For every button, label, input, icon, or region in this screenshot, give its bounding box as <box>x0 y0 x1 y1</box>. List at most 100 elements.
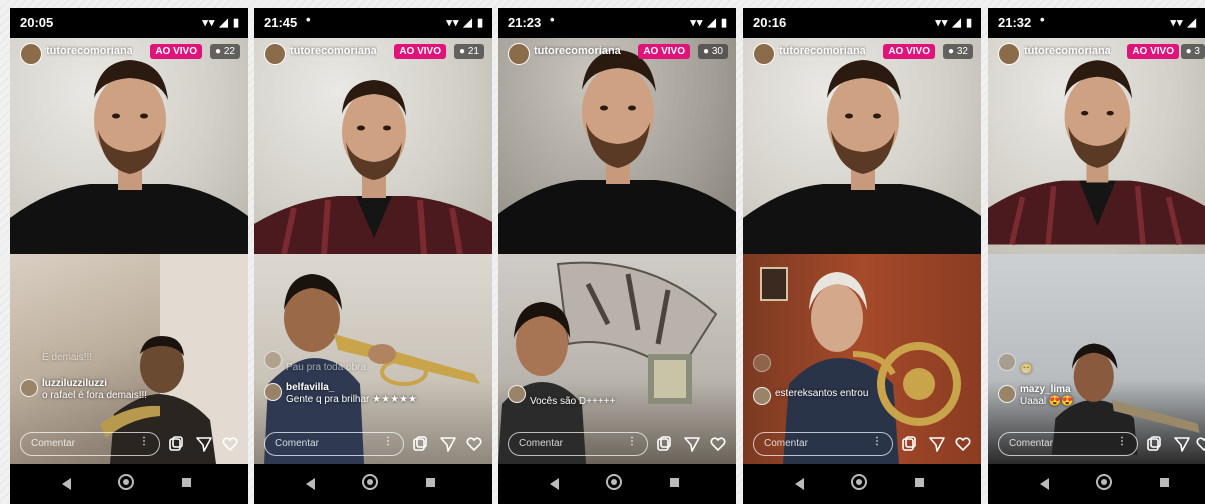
more-options-icon[interactable]: ⋮ <box>1117 436 1127 447</box>
comment-avatar[interactable] <box>264 351 282 369</box>
signal-icon: ▾▾ ◢ ▮ <box>446 17 484 29</box>
home-icon[interactable] <box>851 474 867 490</box>
host-username[interactable]: tutorecomoriana <box>290 45 377 57</box>
status-time: 20:16 <box>753 15 787 30</box>
home-icon[interactable] <box>118 474 134 490</box>
viewer-count[interactable]: ● 32 <box>943 44 973 59</box>
comment-username[interactable]: mazy_lima <box>1020 384 1071 395</box>
signal-icon: ▾▾ ◢ ▮ <box>202 17 240 29</box>
host-username[interactable]: tutorecomoriana <box>1024 45 1111 57</box>
host-username[interactable]: tutorecomoriana <box>46 45 133 57</box>
recent-apps-icon[interactable] <box>1160 478 1169 487</box>
live-header: tutorecomoriana AO VIVO ● 21 <box>254 38 492 68</box>
viewer-count[interactable]: ● 3 <box>1180 44 1205 59</box>
host-video <box>988 38 1205 254</box>
comment-avatar[interactable] <box>20 379 38 397</box>
send-icon[interactable] <box>196 436 212 452</box>
recent-apps-icon[interactable] <box>426 478 435 487</box>
host-avatar[interactable] <box>264 43 286 65</box>
back-icon[interactable] <box>62 478 71 490</box>
viewer-count[interactable]: ● 30 <box>698 44 728 59</box>
status-dot: • <box>550 12 555 27</box>
question-box-icon[interactable] <box>656 436 672 452</box>
comment-avatar[interactable] <box>998 353 1016 371</box>
comment-input[interactable]: Comentar ⋮ <box>264 432 404 456</box>
recent-apps-icon[interactable] <box>182 478 191 487</box>
back-icon[interactable] <box>550 478 559 490</box>
send-icon[interactable] <box>1174 436 1190 452</box>
host-video <box>10 38 248 254</box>
question-box-icon[interactable] <box>168 436 184 452</box>
comment-username[interactable]: luzziluzziluzzi <box>42 378 107 389</box>
heart-icon[interactable] <box>222 436 238 452</box>
host-person <box>498 50 736 254</box>
comment-username[interactable]: belfavilla_ <box>286 382 334 393</box>
comment-input[interactable]: Comentar ⋮ <box>753 432 893 456</box>
comment-avatar[interactable] <box>264 383 282 401</box>
host-avatar[interactable] <box>998 43 1020 65</box>
comment-text: estereksantos entrou <box>775 388 869 399</box>
host-video <box>743 38 981 254</box>
live-header: tutorecomoriana AO VIVO ● 22 <box>10 38 248 68</box>
question-box-icon[interactable] <box>901 436 917 452</box>
back-icon[interactable] <box>306 478 315 490</box>
send-icon[interactable] <box>684 436 700 452</box>
comment-avatar[interactable] <box>753 354 771 372</box>
more-options-icon[interactable]: ⋮ <box>139 436 149 447</box>
comment-input[interactable]: Comentar ⋮ <box>20 432 160 456</box>
host-username[interactable]: tutorecomoriana <box>534 45 621 57</box>
question-box-icon[interactable] <box>412 436 428 452</box>
back-icon[interactable] <box>1040 478 1049 490</box>
send-icon[interactable] <box>929 436 945 452</box>
comment-avatar[interactable] <box>998 385 1016 403</box>
heart-icon[interactable] <box>1196 436 1205 452</box>
host-avatar[interactable] <box>508 43 530 65</box>
home-icon[interactable] <box>362 474 378 490</box>
status-dot: • <box>1040 12 1045 27</box>
comment-avatar[interactable] <box>508 385 526 403</box>
status-bar: 20:05 ▾▾ ◢ ▮ <box>10 8 248 38</box>
more-options-icon[interactable]: ⋮ <box>627 436 637 447</box>
more-options-icon[interactable]: ⋮ <box>872 436 882 447</box>
live-header: tutorecomoriana AO VIVO ● 3 <box>988 38 1205 68</box>
heart-icon[interactable] <box>955 436 971 452</box>
host-video <box>498 38 736 254</box>
live-screen-1: 20:05 ▾▾ ◢ ▮ tutorecomoriana AO VIVO ● 2… <box>10 8 248 504</box>
viewer-count[interactable]: ● 22 <box>210 44 240 59</box>
status-dot: • <box>306 12 311 27</box>
android-nav-bar <box>988 464 1205 504</box>
host-username[interactable]: tutorecomoriana <box>779 45 866 57</box>
live-screen-2: 21:45 • ▾▾ ◢ ▮ tutorecomoriana AO VIVO ●… <box>254 8 492 504</box>
host-avatar[interactable] <box>753 43 775 65</box>
home-icon[interactable] <box>606 474 622 490</box>
heart-icon[interactable] <box>466 436 482 452</box>
status-time: 21:45 <box>264 15 298 30</box>
comment-placeholder: Comentar <box>275 438 319 449</box>
host-person <box>10 60 248 254</box>
recent-apps-icon[interactable] <box>670 478 679 487</box>
host-video <box>254 38 492 254</box>
recent-apps-icon[interactable] <box>915 478 924 487</box>
android-nav-bar <box>10 464 248 504</box>
back-icon[interactable] <box>795 478 804 490</box>
live-badge: AO VIVO <box>394 44 446 59</box>
comment-input[interactable]: Comentar ⋮ <box>998 432 1138 456</box>
host-avatar[interactable] <box>20 43 42 65</box>
home-icon[interactable] <box>1096 474 1112 490</box>
live-screen-3: 21:23 • ▾▾ ◢ ▮ tutorecomoriana AO VIVO ●… <box>498 8 736 504</box>
comment-text: Pau pra toda obra <box>286 362 367 373</box>
send-icon[interactable] <box>440 436 456 452</box>
more-options-icon[interactable]: ⋮ <box>383 436 393 447</box>
android-nav-bar <box>743 464 981 504</box>
live-header: tutorecomoriana AO VIVO ● 32 <box>743 38 981 68</box>
comment-input[interactable]: Comentar ⋮ <box>508 432 648 456</box>
live-badge: AO VIVO <box>150 44 202 59</box>
viewer-count[interactable]: ● 21 <box>454 44 484 59</box>
question-box-icon[interactable] <box>1146 436 1162 452</box>
comment-avatar[interactable] <box>753 387 771 405</box>
heart-icon[interactable] <box>710 436 726 452</box>
comment-text: É demais!!! <box>42 352 93 363</box>
live-badge: AO VIVO <box>883 44 935 59</box>
signal-icon: ▾▾ ◢ <box>1170 17 1197 29</box>
comment-placeholder: Comentar <box>31 438 75 449</box>
